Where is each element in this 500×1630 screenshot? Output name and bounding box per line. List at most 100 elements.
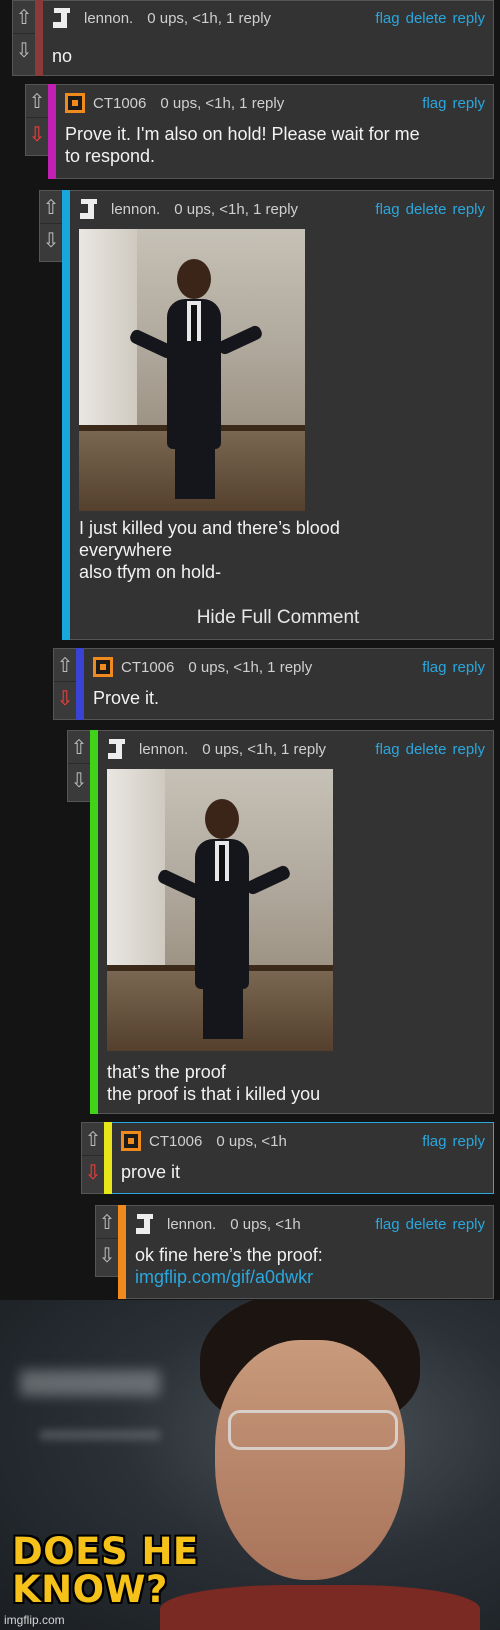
comment-meta: 0 ups, <1h — [216, 1132, 287, 1150]
username[interactable]: CT1006 — [93, 95, 146, 112]
thread-bar — [104, 1122, 112, 1194]
delete-link[interactable]: delete — [406, 10, 447, 27]
comment-actions: flag delete reply — [369, 741, 485, 758]
comment-text-line: also tfym on hold- — [79, 562, 222, 582]
flag-link[interactable]: flag — [375, 201, 399, 218]
comment-5: ⇧ ⇩ lennon. 0 ups, <1h, 1 reply flag dele… — [67, 730, 494, 1114]
reply-link[interactable]: reply — [452, 201, 485, 218]
comment-text-line: everywhere — [79, 540, 173, 560]
vote-box: ⇧ ⇩ — [81, 1122, 105, 1194]
delete-link[interactable]: delete — [406, 741, 447, 758]
avatar[interactable] — [79, 197, 99, 221]
flag-link[interactable]: flag — [375, 10, 399, 27]
downvote-arrow-icon[interactable]: ⇩ — [13, 33, 35, 66]
username[interactable]: lennon. — [167, 1216, 216, 1233]
flag-link[interactable]: flag — [422, 1133, 446, 1150]
meme-caption: DOES HE KNOW? — [12, 1533, 199, 1609]
avatar[interactable] — [65, 93, 85, 113]
flag-link[interactable]: flag — [422, 659, 446, 676]
username[interactable]: CT1006 — [121, 659, 174, 676]
downvote-arrow-icon[interactable]: ⇩ — [40, 223, 62, 256]
watermark: imgflip.com — [4, 1613, 65, 1627]
downvote-arrow-icon[interactable]: ⇩ — [68, 763, 90, 796]
downvote-arrow-icon[interactable]: ⇩ — [54, 681, 76, 714]
downvote-arrow-icon[interactable]: ⇩ — [96, 1238, 118, 1271]
avatar[interactable] — [107, 737, 127, 761]
comment-3: ⇧ ⇩ lennon. 0 ups, <1h, 1 reply flag dele… — [39, 190, 494, 640]
comment-actions: flag reply — [416, 1133, 485, 1150]
meme-image: DOES HE KNOW? imgflip.com — [0, 1300, 500, 1630]
username[interactable]: lennon. — [84, 10, 133, 27]
vote-box: ⇧ ⇩ — [25, 84, 49, 156]
comment-meta: 0 ups, <1h, 1 reply — [202, 740, 327, 758]
thread-bar — [62, 190, 70, 640]
comment-6: ⇧ ⇩ CT1006 0 ups, <1h flag reply prove it — [81, 1122, 494, 1194]
comment-text-line: to respond. — [65, 146, 156, 166]
downvote-arrow-icon[interactable]: ⇩ — [82, 1155, 104, 1188]
comment-text-line: that’s the proof — [107, 1062, 226, 1082]
upvote-arrow-icon[interactable]: ⇧ — [68, 731, 90, 763]
comment-actions: flag reply — [416, 659, 485, 676]
comment-4: ⇧ ⇩ CT1006 0 ups, <1h, 1 reply flag reply… — [53, 648, 494, 720]
upvote-arrow-icon[interactable]: ⇧ — [13, 1, 35, 33]
reply-link[interactable]: reply — [452, 659, 485, 676]
upvote-arrow-icon[interactable]: ⇧ — [96, 1206, 118, 1238]
comment-meta: 0 ups, <1h, 1 reply — [174, 200, 299, 218]
comment-gif-image[interactable] — [107, 769, 333, 1051]
thread-bar — [90, 730, 98, 1114]
comment-text-line: Prove it. I'm also on hold! Please wait … — [65, 124, 420, 144]
upvote-arrow-icon[interactable]: ⇧ — [40, 191, 62, 223]
thread-bar — [76, 648, 84, 720]
username[interactable]: lennon. — [111, 201, 160, 218]
comment-actions: flag delete reply — [369, 10, 485, 27]
vote-box: ⇧ ⇩ — [95, 1205, 119, 1277]
vote-box: ⇧ ⇩ — [67, 730, 91, 802]
comment-text-line: the proof is that i killed you — [107, 1084, 321, 1104]
avatar[interactable] — [121, 1131, 141, 1151]
thread-bar — [48, 84, 56, 179]
comment-meta: 0 ups, <1h — [230, 1215, 301, 1233]
comment-header: CT1006 0 ups, <1h, 1 reply flag reply — [93, 654, 485, 680]
comment-gif-image[interactable] — [79, 229, 305, 511]
gif-link[interactable]: imgflip.com/gif/a0dwkr — [135, 1266, 485, 1288]
flag-link[interactable]: flag — [422, 95, 446, 112]
delete-link[interactable]: delete — [406, 1216, 447, 1233]
avatar[interactable] — [135, 1212, 155, 1236]
comment-body: prove it — [121, 1161, 485, 1183]
comment-header: lennon. 0 ups, <1h, 1 reply flag delete re… — [52, 5, 485, 31]
comment-actions: flag reply — [416, 95, 485, 112]
vote-box: ⇧ ⇩ — [39, 190, 63, 262]
reply-link[interactable]: reply — [452, 95, 485, 112]
reply-link[interactable]: reply — [452, 741, 485, 758]
username[interactable]: CT1006 — [149, 1133, 202, 1150]
comment-header: CT1006 0 ups, <1h, 1 reply flag reply — [65, 90, 485, 116]
avatar[interactable] — [93, 657, 113, 677]
upvote-arrow-icon[interactable]: ⇧ — [54, 649, 76, 681]
comment-text-line: Prove it. — [93, 688, 160, 708]
comment-2: ⇧ ⇩ CT1006 0 ups, <1h, 1 reply flag reply… — [25, 84, 494, 179]
upvote-arrow-icon[interactable]: ⇧ — [82, 1123, 104, 1155]
comment-body: I just killed you and there’s blood ever… — [79, 517, 485, 583]
hide-full-comment-button[interactable]: Hide Full Comment — [63, 607, 493, 629]
comment-header: lennon. 0 ups, <1h, 1 reply flag delete re… — [107, 736, 485, 762]
comment-text-line: prove it — [121, 1162, 181, 1182]
comment-actions: flag delete reply — [369, 201, 485, 218]
delete-link[interactable]: delete — [406, 201, 447, 218]
comment-meta: 0 ups, <1h, 1 reply — [160, 94, 285, 112]
reply-link[interactable]: reply — [452, 10, 485, 27]
reply-link[interactable]: reply — [452, 1216, 485, 1233]
reply-link[interactable]: reply — [452, 1133, 485, 1150]
flag-link[interactable]: flag — [375, 1216, 399, 1233]
comment-body: that’s the proof the proof is that i kil… — [107, 1061, 485, 1105]
downvote-arrow-icon[interactable]: ⇩ — [26, 117, 48, 150]
meme-caption-line: DOES HE — [12, 1530, 199, 1573]
thread-bar — [35, 0, 43, 76]
comment-meta: 0 ups, <1h, 1 reply — [188, 658, 313, 676]
thread-bar — [118, 1205, 126, 1299]
upvote-arrow-icon[interactable]: ⇧ — [26, 85, 48, 117]
comment-body: no — [52, 45, 485, 67]
comment-text-line: ok fine here’s the proof: — [135, 1245, 323, 1265]
username[interactable]: lennon. — [139, 741, 188, 758]
flag-link[interactable]: flag — [375, 741, 399, 758]
avatar[interactable] — [52, 6, 72, 30]
